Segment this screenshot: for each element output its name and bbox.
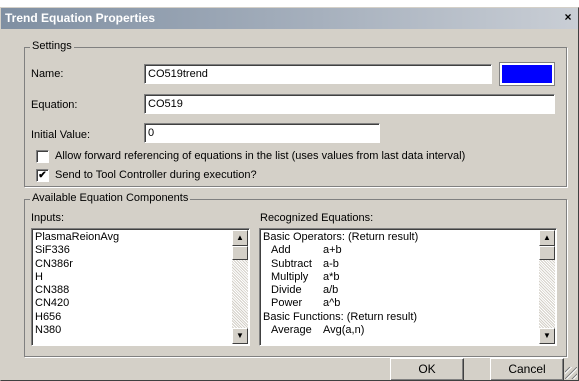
equation-label: Equation: xyxy=(31,99,78,111)
send-tool-option[interactable]: ✔ Send to Tool Controller during executi… xyxy=(36,167,257,183)
equation-row[interactable]: Average Avg(a,n) xyxy=(263,324,536,337)
title-bar[interactable]: Trend Equation Properties × xyxy=(1,8,578,29)
settings-group-label: Settings xyxy=(30,40,74,52)
allow-forward-checkbox[interactable] xyxy=(36,149,49,163)
equation-name: Average xyxy=(271,324,312,337)
equation-row[interactable]: Subtract a-b xyxy=(263,258,536,271)
equation-row[interactable]: Multiply a*b xyxy=(263,271,536,284)
allow-forward-option[interactable]: Allow forward referencing of equations i… xyxy=(36,148,465,164)
allow-forward-label: Allow forward referencing of equations i… xyxy=(55,150,466,162)
name-label: Name: xyxy=(31,68,64,80)
equation-components-group: Available Equation Components Inputs: Pl… xyxy=(24,192,567,357)
resize-grip-icon[interactable] xyxy=(565,367,577,379)
components-group-label: Available Equation Components xyxy=(30,192,191,204)
equation-field[interactable]: CO519 xyxy=(144,94,555,114)
input-list-item[interactable]: CN420 xyxy=(35,297,229,310)
inputs-list-items: PlasmaReionAvg SiF336 CN386r H CN388 CN420 H65… xyxy=(35,231,229,345)
scroll-up-icon[interactable]: ▲ xyxy=(232,230,248,246)
inputs-list[interactable]: PlasmaReionAvg SiF336 CN386r H CN388 CN420 H65… xyxy=(31,228,250,346)
settings-group: Settings Name: CO519trend Equation: CO51… xyxy=(24,40,567,187)
equation-name: Add xyxy=(271,244,291,257)
scroll-thumb[interactable] xyxy=(539,246,555,260)
input-list-item[interactable]: SiF336 xyxy=(35,244,229,257)
equation-name: Basic Functions: (Return result) xyxy=(263,310,418,323)
input-list-item[interactable]: N380 xyxy=(35,324,229,337)
equation-expression: a-b xyxy=(323,257,339,270)
equation-category-row[interactable]: Basic Functions: (Return result) xyxy=(263,311,536,324)
equation-name: Divide xyxy=(271,284,302,297)
equation-expression: Avg(a,n) xyxy=(323,324,365,337)
initial-value-label: Initial Value: xyxy=(31,129,91,141)
input-list-item[interactable]: CN386r xyxy=(35,258,229,271)
equation-name: Multiply xyxy=(271,270,309,283)
recognized-equations-label: Recognized Equations: xyxy=(260,212,374,224)
recognized-equations-list[interactable]: Basic Operators: (Return result) Add a+b Su… xyxy=(259,228,557,346)
trend-equation-dialog: Trend Equation Properties × Settings Nam… xyxy=(0,7,579,381)
scroll-down-icon[interactable]: ▼ xyxy=(232,328,248,344)
equation-expression: a/b xyxy=(323,284,339,297)
equation-expression: a+b xyxy=(323,244,342,257)
cancel-button[interactable]: Cancel xyxy=(490,358,564,380)
scroll-thumb[interactable] xyxy=(232,246,248,260)
send-tool-label: Send to Tool Controller during execution… xyxy=(55,169,257,181)
equations-scrollbar[interactable]: ▲ ▼ xyxy=(539,230,555,344)
dialog-title: Trend Equation Properties xyxy=(5,11,156,25)
ok-button[interactable]: OK xyxy=(390,358,464,380)
color-swatch-button[interactable] xyxy=(500,63,554,85)
equation-row[interactable]: Add a+b xyxy=(263,244,536,257)
input-list-item[interactable]: H xyxy=(35,271,229,284)
equation-name: Power xyxy=(271,297,303,310)
equation-name: Subtract xyxy=(271,257,312,270)
input-list-item[interactable]: H656 xyxy=(35,311,229,324)
equation-expression: a^b xyxy=(323,297,341,310)
send-tool-checkbox[interactable]: ✔ xyxy=(36,168,49,182)
initial-value-field[interactable]: 0 xyxy=(144,123,380,143)
inputs-label: Inputs: xyxy=(31,212,65,224)
scroll-down-icon[interactable]: ▼ xyxy=(539,328,555,344)
recognized-equations-items: Basic Operators: (Return result) Add a+b Su… xyxy=(263,231,536,345)
scroll-up-icon[interactable]: ▲ xyxy=(539,230,555,246)
input-list-item[interactable]: PlasmaReionAvg xyxy=(35,231,229,244)
input-list-item[interactable]: CN388 xyxy=(35,284,229,297)
equation-row[interactable]: Power a^b xyxy=(263,297,536,310)
equation-category-row[interactable]: Basic Operators: (Return result) xyxy=(263,231,536,244)
equation-expression: a*b xyxy=(323,270,340,283)
close-icon[interactable]: × xyxy=(560,10,576,25)
name-field[interactable]: CO519trend xyxy=(144,64,492,84)
equation-name: Basic Operators: (Return result) xyxy=(263,231,419,243)
equation-row[interactable]: Divide a/b xyxy=(263,284,536,297)
inputs-scrollbar[interactable]: ▲ ▼ xyxy=(232,230,248,344)
